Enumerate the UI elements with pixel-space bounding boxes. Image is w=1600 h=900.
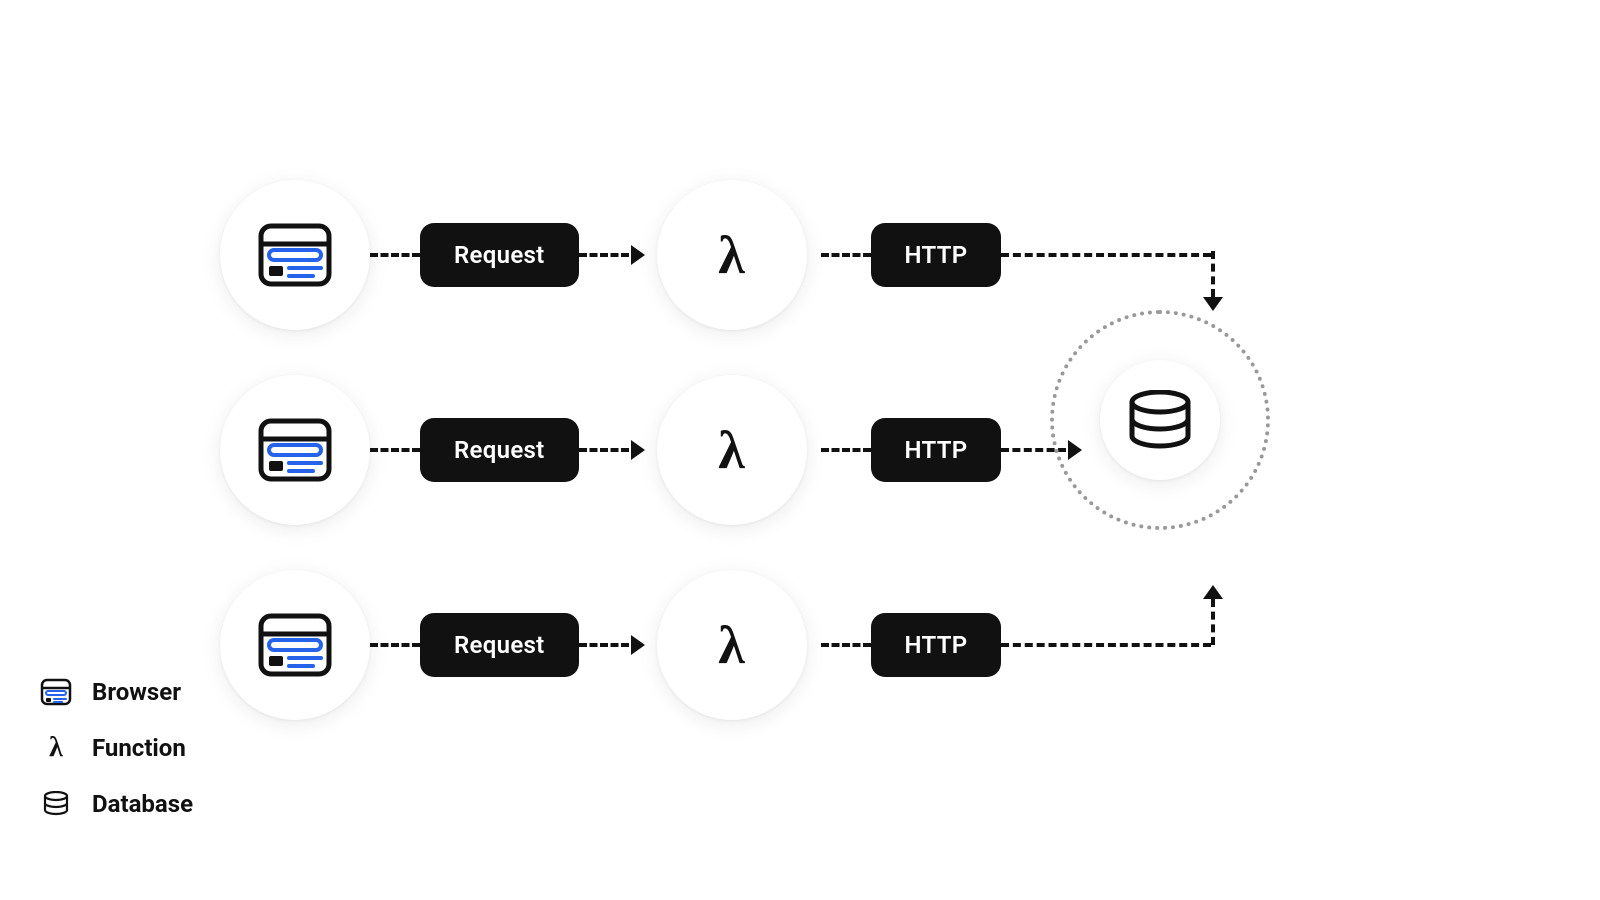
browser-node <box>220 180 370 330</box>
http-label: HTTP <box>871 418 1002 482</box>
legend: Browser λ Function Database <box>40 676 193 820</box>
connector-line <box>821 253 871 257</box>
browser-icon <box>255 220 335 290</box>
lambda-icon: λ <box>49 732 63 764</box>
browser-icon <box>255 415 335 485</box>
arrow-right-icon <box>631 635 645 655</box>
arrow-right-icon <box>631 245 645 265</box>
flow-row: Request λ HTTP <box>220 180 1211 330</box>
legend-label: Function <box>92 734 186 762</box>
connector-line <box>821 448 871 452</box>
lambda-icon: λ <box>718 224 745 286</box>
lambda-icon: λ <box>718 419 745 481</box>
connector-line <box>370 643 420 647</box>
legend-item-database: Database <box>40 788 193 820</box>
connector-line <box>370 253 420 257</box>
function-node: λ <box>657 570 807 720</box>
legend-item-function: λ Function <box>40 732 193 764</box>
connector-line <box>1211 251 1215 297</box>
connector-line <box>1001 643 1211 647</box>
connector-line <box>579 253 629 257</box>
browser-icon <box>40 678 72 706</box>
arrow-down-icon <box>1203 297 1223 311</box>
browser-icon <box>255 610 335 680</box>
legend-label: Browser <box>92 678 181 706</box>
http-label: HTTP <box>871 613 1002 677</box>
database-node <box>1050 310 1270 530</box>
connector-line <box>370 448 420 452</box>
arrow-up-icon <box>1203 585 1223 599</box>
request-label: Request <box>420 418 579 482</box>
legend-label: Database <box>92 790 193 818</box>
browser-node <box>220 375 370 525</box>
http-label: HTTP <box>871 223 1002 287</box>
arrow-right-icon <box>631 440 645 460</box>
database-icon <box>42 791 70 817</box>
connector-line <box>579 643 629 647</box>
flow-row: Request λ HTTP <box>220 570 1211 720</box>
lambda-icon: λ <box>718 614 745 676</box>
connector-line <box>1001 253 1211 257</box>
request-label: Request <box>420 613 579 677</box>
connector-line <box>1211 599 1215 645</box>
connector-line <box>579 448 629 452</box>
connector-line <box>821 643 871 647</box>
request-label: Request <box>420 223 579 287</box>
function-node: λ <box>657 375 807 525</box>
database-ring <box>1050 310 1270 530</box>
legend-item-browser: Browser <box>40 676 193 708</box>
function-node: λ <box>657 180 807 330</box>
browser-node <box>220 570 370 720</box>
